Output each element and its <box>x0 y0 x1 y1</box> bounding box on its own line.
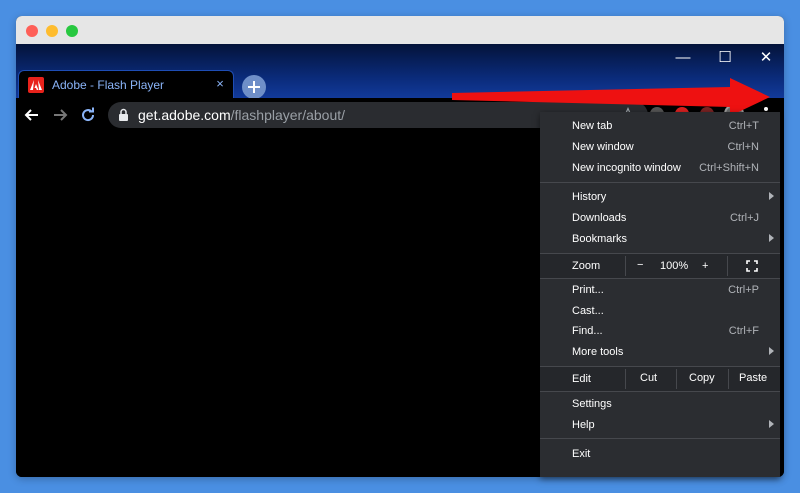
edit-row: Edit Cut Copy Paste <box>540 367 780 391</box>
menu-item-help[interactable]: Help <box>540 415 780 435</box>
forward-arrow-icon[interactable] <box>51 106 69 124</box>
minimize-button[interactable]: — <box>670 48 696 68</box>
tab-close-icon[interactable]: × <box>213 76 227 91</box>
new-tab-plus-icon <box>248 81 260 93</box>
mac-minimize-button[interactable] <box>46 25 58 37</box>
menu-label: More tools <box>572 346 624 358</box>
maximize-button[interactable]: ☐ <box>712 48 738 68</box>
menu-label: Help <box>572 419 595 431</box>
menu-shortcut: Ctrl+T <box>728 120 759 132</box>
zoom-level: 100% <box>660 260 689 272</box>
menu-item-new-incognito-window[interactable]: New incognito window Ctrl+Shift+N <box>540 158 780 178</box>
menu-separator <box>540 438 780 439</box>
menu-item-exit[interactable]: Exit <box>540 444 780 464</box>
url-text: get.adobe.com/flashplayer/about/ <box>138 107 345 123</box>
tab-strip: — ☐ ✕ Adobe - Flash Player × <box>16 44 784 99</box>
copy-button[interactable]: Copy <box>676 369 728 389</box>
zoom-label: Zoom <box>572 260 601 272</box>
menu-item-new-window[interactable]: New window Ctrl+N <box>540 137 780 157</box>
menu-label: Settings <box>572 398 612 410</box>
menu-label: New incognito window <box>572 162 681 174</box>
zoom-in-button[interactable]: + <box>702 260 708 272</box>
menu-label: Print... <box>572 284 604 296</box>
menu-label: Bookmarks <box>572 233 628 245</box>
menu-separator <box>540 278 780 279</box>
zoom-minus-label: − <box>637 259 644 271</box>
menu-label: Find... <box>572 325 603 337</box>
menu-label: New window <box>572 141 634 153</box>
mac-zoom-button[interactable] <box>66 25 78 37</box>
adobe-favicon-icon <box>28 77 44 93</box>
submenu-arrow-icon <box>769 420 774 428</box>
edit-label: Edit <box>572 373 591 385</box>
menu-shortcut: Ctrl+J <box>729 212 759 224</box>
mac-title-bar <box>16 16 784 44</box>
menu-item-downloads[interactable]: Downloads Ctrl+J <box>540 208 780 228</box>
tab-title: Adobe - Flash Player <box>52 78 165 92</box>
cut-button[interactable]: Cut <box>625 369 676 389</box>
menu-item-more-tools[interactable]: More tools <box>540 342 780 362</box>
menu-item-history[interactable]: History <box>540 187 780 207</box>
menu-item-new-tab[interactable]: New tab Ctrl+T <box>540 116 780 136</box>
paste-button[interactable]: Paste <box>728 369 780 389</box>
menu-shortcut: Ctrl+N <box>727 141 759 153</box>
chrome-menu: New tab Ctrl+T New window Ctrl+N New inc… <box>540 112 780 477</box>
menu-item-cast[interactable]: Cast... <box>540 301 780 321</box>
menu-label: Downloads <box>572 212 627 224</box>
menu-separator <box>540 391 780 392</box>
menu-label: Exit <box>572 448 591 460</box>
cut-label: Cut <box>640 372 658 384</box>
active-tab[interactable]: Adobe - Flash Player × <box>18 70 234 98</box>
menu-item-print[interactable]: Print... Ctrl+P <box>540 280 780 300</box>
menu-item-find[interactable]: Find... Ctrl+F <box>540 321 780 341</box>
submenu-arrow-icon <box>769 234 774 242</box>
menu-label: New tab <box>572 120 613 132</box>
reload-icon[interactable] <box>79 106 97 124</box>
fullscreen-button[interactable] <box>727 256 780 276</box>
menu-shortcut: Ctrl+F <box>728 325 759 337</box>
lock-icon[interactable] <box>118 108 129 122</box>
url-host: get.adobe.com <box>138 107 231 123</box>
menu-separator <box>540 182 780 183</box>
new-tab-button[interactable] <box>242 75 266 99</box>
fullscreen-icon <box>746 260 758 272</box>
menu-shortcut: Ctrl+P <box>728 284 759 296</box>
submenu-arrow-icon <box>769 192 774 200</box>
copy-label: Copy <box>689 372 715 384</box>
close-window-button[interactable]: ✕ <box>753 48 779 68</box>
zoom-row: Zoom − 100% + <box>540 254 780 278</box>
url-path: /flashplayer/about/ <box>230 107 346 123</box>
paste-label: Paste <box>739 372 768 384</box>
menu-item-settings[interactable]: Settings <box>540 394 780 414</box>
mac-close-button[interactable] <box>26 25 38 37</box>
menu-item-bookmarks[interactable]: Bookmarks <box>540 229 780 249</box>
menu-label: Cast... <box>572 305 604 317</box>
menu-shortcut: Ctrl+Shift+N <box>699 162 759 174</box>
submenu-arrow-icon <box>769 347 774 355</box>
menu-label: History <box>572 191 607 203</box>
back-arrow-icon[interactable] <box>23 106 41 124</box>
